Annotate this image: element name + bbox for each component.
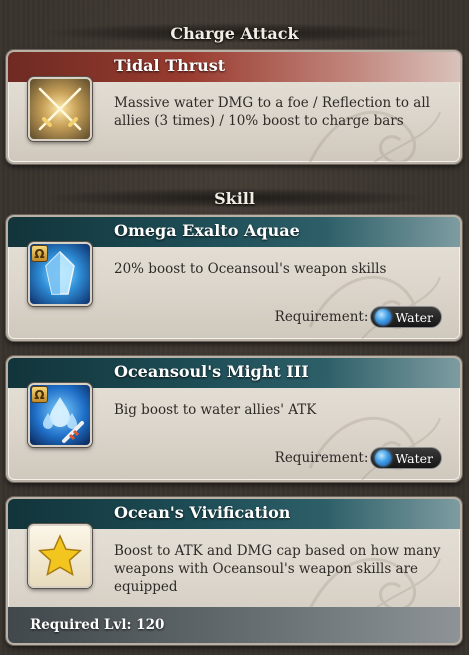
charge-attack-card[interactable]: Tidal Thrust Massive water DMG to a foe … <box>6 50 462 164</box>
water-element-badge: Water <box>370 447 442 469</box>
water-crystal-icon: Ω <box>28 242 92 306</box>
requirement-value: Water <box>395 309 433 325</box>
required-level-text: Required Lvl: 120 <box>30 617 165 633</box>
requirement-label: Requirement: <box>274 450 369 466</box>
skill-name: Ocean's Vivification <box>114 503 291 522</box>
section-header-charge-attack: Charge Attack <box>0 18 469 48</box>
required-level-bar: Required Lvl: 120 <box>8 607 460 643</box>
crossed-swords-icon <box>28 77 92 141</box>
skill-name: Omega Exalto Aquae <box>114 221 300 240</box>
water-element-badge: Water <box>370 306 442 328</box>
skill-description: Big boost to water allies' ATK <box>114 402 317 418</box>
water-element-icon <box>375 309 392 325</box>
skill-card-oceans-vivification[interactable]: Ocean's Vivification Boost to ATK and DM… <box>6 497 462 645</box>
skill-card-omega-exalto-aquae[interactable]: Omega Exalto Aquae Ω 20% boost to Oceans… <box>6 215 462 341</box>
charge-attack-name: Tidal Thrust <box>114 56 226 75</box>
skill-description: 20% boost to Oceansoul's weapon skills <box>114 261 387 277</box>
section-title-charge-attack: Charge Attack <box>170 23 299 43</box>
omega-badge-icon: Ω <box>31 386 48 403</box>
water-element-icon <box>375 450 392 466</box>
section-title-skill: Skill <box>214 188 255 208</box>
skill-description: Boost to ATK and DMG cap based on how ma… <box>114 543 441 595</box>
requirement-row: Requirement: Water <box>275 447 442 469</box>
omega-badge-icon: Ω <box>31 245 48 262</box>
skill-card-oceansouls-might[interactable]: Oceansoul's Might III Ω Big boost to wat… <box>6 356 462 482</box>
requirement-value: Water <box>395 450 433 466</box>
charge-attack-description: Massive water DMG to a foe / Reflection … <box>114 95 430 129</box>
skill-name: Oceansoul's Might III <box>114 362 309 381</box>
gold-star-icon <box>28 524 92 588</box>
requirement-label: Requirement: <box>274 309 369 325</box>
section-header-skill: Skill <box>0 183 469 213</box>
requirement-row: Requirement: Water <box>275 306 442 328</box>
water-drops-sword-icon: Ω <box>28 383 92 447</box>
